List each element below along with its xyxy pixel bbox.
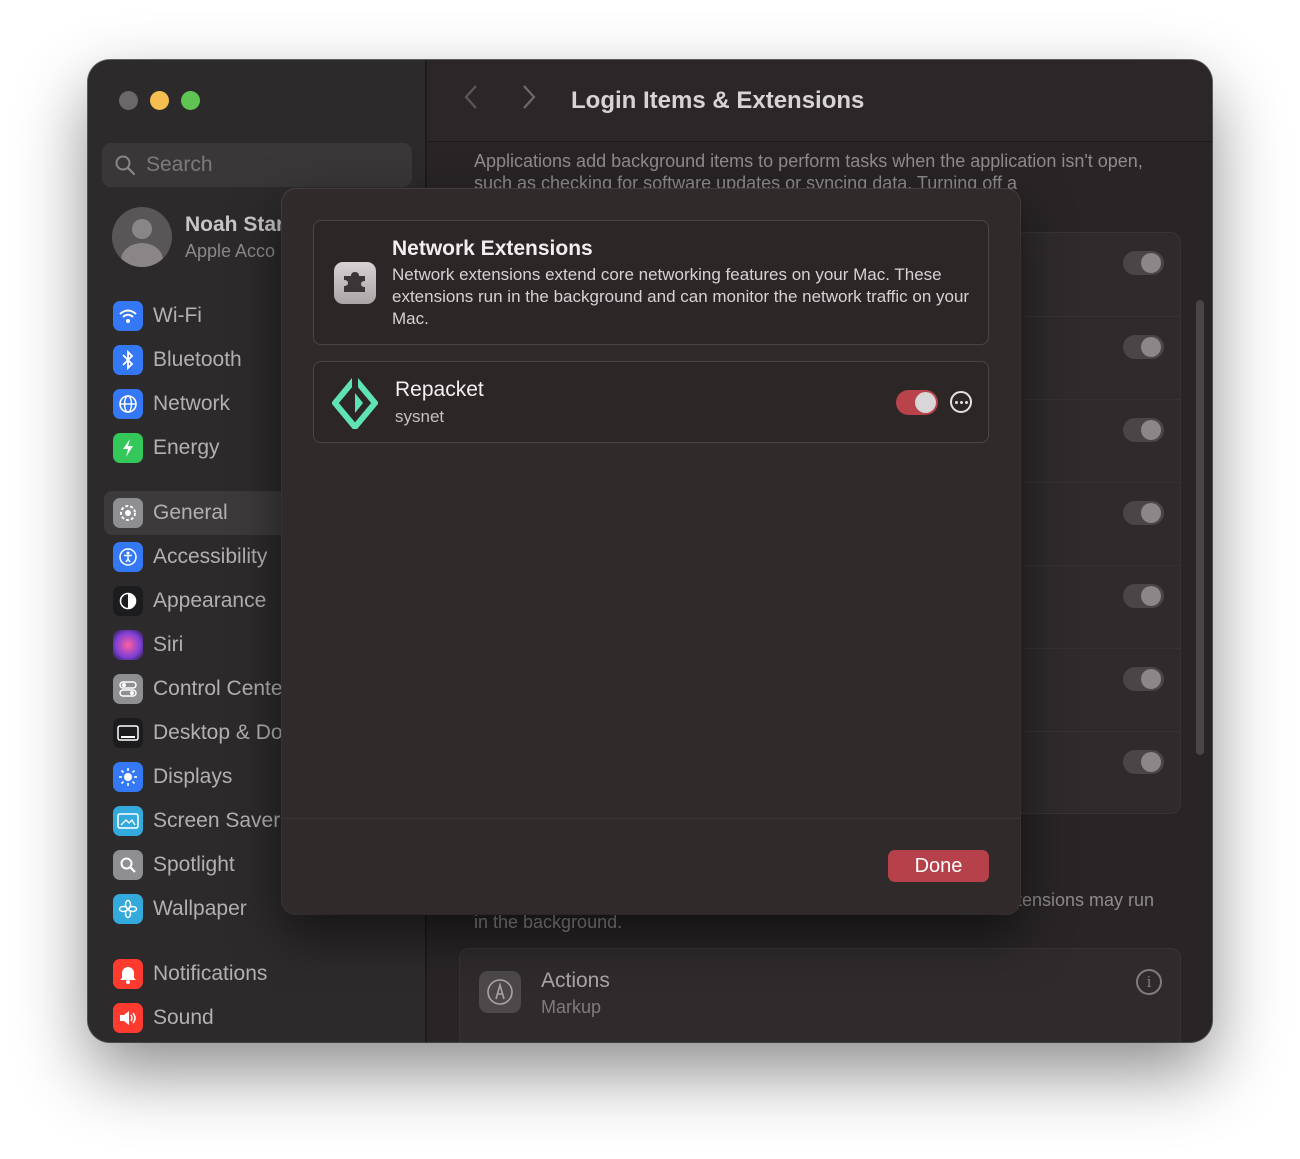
background-item-toggle[interactable] xyxy=(1123,251,1164,275)
apple-account[interactable]: Noah Star Apple Acco xyxy=(112,207,284,267)
avatar xyxy=(112,207,172,267)
scrollbar[interactable] xyxy=(1196,300,1204,755)
done-button[interactable]: Done xyxy=(888,850,989,882)
siri-icon xyxy=(113,630,143,660)
sheet-title: Network Extensions xyxy=(392,237,593,260)
search-icon xyxy=(115,155,136,176)
actions-subtitle: Markup xyxy=(541,997,602,1017)
bluetooth-icon xyxy=(113,345,143,375)
sidebar-item-label: Wi-Fi xyxy=(153,304,202,327)
background-item-toggle[interactable] xyxy=(1123,667,1164,691)
info-icon[interactable]: i xyxy=(1136,969,1162,995)
sheet-footer-divider xyxy=(282,818,1020,819)
sidebar-item-label: Appearance xyxy=(153,589,267,612)
account-name: Noah Star xyxy=(185,212,285,236)
background-item-toggle[interactable] xyxy=(1123,335,1164,359)
sun-icon xyxy=(113,762,143,792)
globe-icon xyxy=(113,389,143,419)
extension-subtitle: sysnet xyxy=(395,407,445,426)
sidebar-item-label: Spotlight xyxy=(153,853,235,876)
gear-icon xyxy=(113,498,143,528)
search-field[interactable] xyxy=(102,143,412,187)
sidebar-item-label: Network xyxy=(153,392,231,415)
background-item-toggle[interactable] xyxy=(1123,750,1164,774)
sidebar-item-label: Accessibility xyxy=(153,545,268,568)
sidebar-item-label: General xyxy=(153,501,228,524)
sidebar-item-label: Bluetooth xyxy=(153,348,242,371)
extension-toggle[interactable] xyxy=(896,390,938,415)
chevron-left-icon xyxy=(464,84,477,109)
back-button[interactable] xyxy=(463,84,483,118)
screen-saver-icon xyxy=(113,806,143,836)
system-settings-window: Noah Star Apple Acco Wi-Fi Bluetooth xyxy=(88,60,1212,1042)
sidebar-item-label: Displays xyxy=(153,765,233,788)
sidebar-item-sound[interactable]: Sound xyxy=(104,996,414,1040)
bolt-icon xyxy=(113,433,143,463)
zoom-button[interactable] xyxy=(181,91,200,110)
sidebar-item-label: Energy xyxy=(153,436,220,459)
extension-name: Repacket xyxy=(395,378,484,401)
control-center-icon xyxy=(113,674,143,704)
account-subtitle: Apple Acco xyxy=(185,240,276,261)
extensions-description-line2: in the background. xyxy=(474,912,623,932)
extension-row-repacket: Repacket sysnet xyxy=(313,361,989,443)
speaker-icon xyxy=(113,1003,143,1033)
puzzle-piece-icon xyxy=(334,262,376,304)
titlebar: Login Items & Extensions xyxy=(427,60,1212,142)
sheet-header: Network Extensions Network extensions ex… xyxy=(313,220,989,345)
desktop-dock-icon xyxy=(113,718,143,748)
bell-icon xyxy=(113,959,143,989)
traffic-lights xyxy=(119,91,200,110)
more-options-icon[interactable] xyxy=(950,391,972,413)
minimize-button[interactable] xyxy=(150,91,169,110)
sidebar-item-label: Notifications xyxy=(153,962,268,985)
actions-extension-row[interactable]: Actions Markup i xyxy=(459,948,1181,1042)
search-input[interactable] xyxy=(146,153,396,177)
background-item-toggle[interactable] xyxy=(1123,418,1164,442)
background-description: Applications add background items to per… xyxy=(474,151,1143,193)
sheet-description: Network extensions extend core networkin… xyxy=(392,265,970,328)
sidebar-item-label: Control Cente xyxy=(153,677,283,700)
background-item-toggle[interactable] xyxy=(1123,501,1164,525)
chevron-right-icon xyxy=(523,84,536,109)
page-title: Login Items & Extensions xyxy=(571,86,865,114)
close-button[interactable] xyxy=(119,91,138,110)
appearance-icon xyxy=(113,586,143,616)
accessibility-icon xyxy=(113,542,143,572)
actions-title: Actions xyxy=(541,969,610,992)
flower-icon xyxy=(113,894,143,924)
wifi-icon xyxy=(113,301,143,331)
network-extensions-sheet: Network Extensions Network extensions ex… xyxy=(282,189,1020,914)
sidebar-item-notifications[interactable]: Notifications xyxy=(104,952,414,996)
repacket-logo-icon xyxy=(332,377,378,429)
sidebar-item-label: Siri xyxy=(153,633,184,656)
sidebar-item-label: Screen Saver xyxy=(153,809,281,832)
background-item-toggle[interactable] xyxy=(1123,584,1164,608)
forward-button[interactable] xyxy=(521,84,541,118)
magnifier-icon xyxy=(113,850,143,880)
sidebar-item-label: Sound xyxy=(153,1006,214,1029)
sidebar-item-label: Desktop & Do xyxy=(153,721,283,744)
extensions-description-fragment: tensions may run xyxy=(1017,890,1155,910)
sidebar-group-notifications: Notifications Sound xyxy=(104,952,414,1040)
markup-icon xyxy=(479,971,521,1013)
sidebar-item-label: Wallpaper xyxy=(153,897,247,920)
